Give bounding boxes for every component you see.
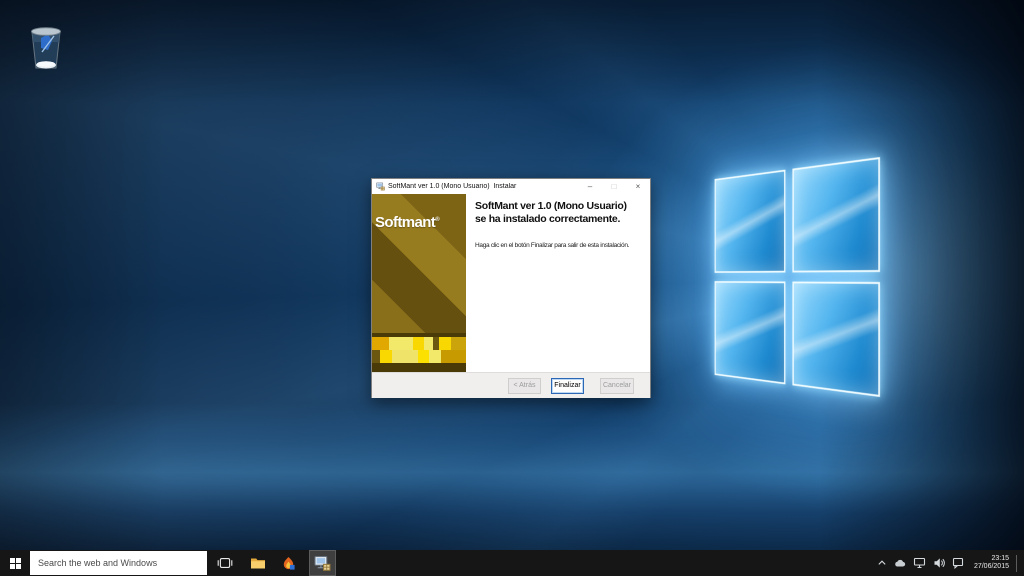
hidden-icons-chevron[interactable]	[877, 558, 887, 568]
brand-mosaic	[372, 333, 466, 372]
windows-logo-pane	[715, 170, 786, 273]
start-button[interactable]	[0, 550, 30, 576]
search-input[interactable]	[30, 557, 207, 569]
recycle-bin-icon[interactable]	[26, 24, 66, 74]
action-center-icon[interactable]	[952, 557, 964, 569]
back-button[interactable]: < Atrás	[508, 378, 541, 394]
cancel-button[interactable]: Cancelar	[600, 378, 634, 394]
app-button[interactable]	[276, 550, 301, 576]
dialog-title: SoftMant ver 1.0 (Mono Usuario) Instalar	[388, 183, 578, 190]
volume-icon[interactable]	[933, 557, 945, 569]
clock-date: 27/06/2015	[974, 563, 1009, 572]
dialog-instruction: Haga clic en el botón Finalizar para sal…	[475, 242, 644, 249]
windows-logo-pane	[715, 281, 786, 384]
system-tray: 23:15 27/06/2015	[877, 555, 1024, 572]
clock-time: 23:15	[974, 555, 1009, 564]
taskbar: 23:15 27/06/2015	[0, 550, 1024, 576]
windows-logo-pane	[792, 282, 880, 397]
onedrive-icon[interactable]	[894, 558, 906, 569]
installer-window-icon	[376, 178, 385, 196]
folder-icon	[250, 555, 266, 571]
minimize-button[interactable]: –	[578, 180, 602, 194]
show-desktop-button[interactable]	[1016, 555, 1021, 572]
desktop: SoftMant ver 1.0 (Mono Usuario) Instalar…	[0, 0, 1024, 576]
dialog-content: Softmant® SoftMant ver 1.0 (Mono Usuario…	[372, 194, 650, 372]
finish-button[interactable]: Finalizar	[551, 378, 584, 394]
windows-logo-pane	[792, 157, 880, 272]
colorful-app-icon	[281, 556, 296, 571]
windows-start-icon	[10, 558, 21, 569]
msi-installer-icon	[314, 555, 331, 572]
windows-logo-wallpaper	[715, 157, 880, 397]
taskbar-search[interactable]	[30, 551, 207, 575]
installer-brand-panel: Softmant®	[372, 194, 466, 372]
task-view-icon	[217, 555, 233, 571]
file-explorer-button[interactable]	[245, 550, 270, 576]
installer-taskbar-button[interactable]	[309, 550, 336, 576]
dialog-buttonbar: < Atrás Finalizar Cancelar	[372, 372, 650, 398]
network-icon[interactable]	[913, 557, 926, 569]
close-button[interactable]: ×	[626, 180, 650, 194]
maximize-button: □	[602, 180, 626, 194]
dialog-heading: SoftMant ver 1.0 (Mono Usuario) se ha in…	[475, 200, 644, 225]
installer-dialog: SoftMant ver 1.0 (Mono Usuario) Instalar…	[371, 178, 651, 398]
task-view-button[interactable]	[212, 550, 237, 576]
dialog-message: SoftMant ver 1.0 (Mono Usuario) se ha in…	[466, 194, 650, 372]
brand-logo: Softmant®	[375, 214, 439, 231]
dialog-titlebar[interactable]: SoftMant ver 1.0 (Mono Usuario) Instalar…	[372, 179, 650, 194]
taskbar-clock[interactable]: 23:15 27/06/2015	[974, 555, 1009, 572]
